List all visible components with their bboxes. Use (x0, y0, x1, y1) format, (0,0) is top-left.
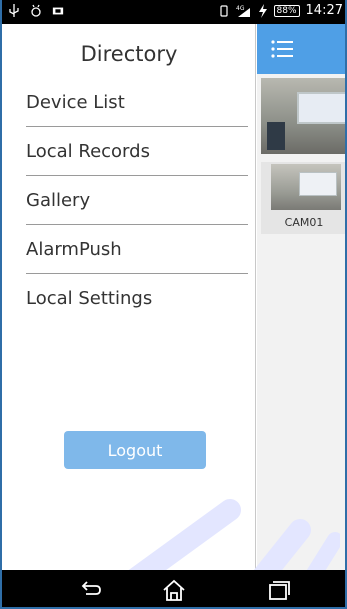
preview-object-shape (267, 122, 285, 150)
charging-icon (258, 3, 267, 18)
status-bar: 4G 88% 14:27 (0, 0, 347, 24)
menu-item-local-records[interactable]: Local Records (2, 127, 256, 175)
menu-item-device-list[interactable]: Device List (2, 78, 256, 126)
app-header (257, 24, 347, 74)
drawer-menu: Device List Local Records Gallery AlarmP… (2, 78, 256, 322)
camera-card[interactable]: CAM01 (261, 162, 347, 234)
menu-item-alarm-push[interactable]: AlarmPush (2, 225, 256, 273)
logout-button[interactable]: Logout (64, 431, 206, 469)
menu-item-local-settings[interactable]: Local Settings (2, 274, 256, 322)
network-type-label: 4G (236, 5, 245, 12)
navigation-drawer: Directory Device List Local Records Gall… (2, 24, 256, 570)
main-content: CAM01 (257, 24, 347, 570)
home-icon[interactable] (160, 578, 188, 602)
thumbnail-window-shape (299, 172, 337, 196)
battery-level: 88% (273, 4, 300, 17)
back-icon[interactable] (76, 578, 104, 602)
camera-thumbnail (271, 164, 341, 210)
camera-preview-image[interactable] (261, 78, 347, 154)
clock: 14:27 (305, 3, 343, 18)
drawer-title: Directory (80, 42, 178, 66)
usb-icon (9, 4, 19, 17)
preview-window-shape (297, 92, 347, 124)
mute-icon (31, 4, 41, 17)
hamburger-menu-icon[interactable] (271, 38, 295, 60)
menu-item-gallery[interactable]: Gallery (2, 176, 256, 224)
notification-icon (52, 7, 64, 15)
system-navigation-bar (0, 570, 347, 609)
signal-icon: 4G (236, 5, 250, 17)
camera-name: CAM01 (284, 216, 324, 229)
recent-apps-icon[interactable] (264, 578, 292, 602)
vibrate-icon (219, 4, 228, 17)
